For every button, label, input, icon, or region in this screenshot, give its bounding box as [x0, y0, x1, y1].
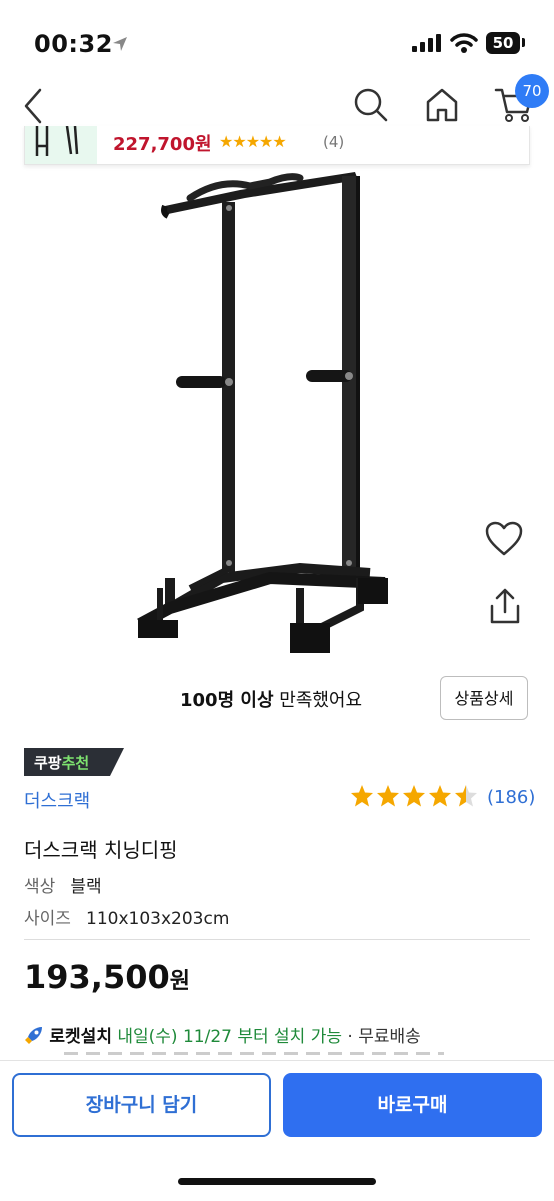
- star-icon: [403, 785, 425, 807]
- cut-off-text-fragment: [64, 1052, 444, 1055]
- share-icon[interactable]: [486, 586, 524, 628]
- related-product-strip[interactable]: 227,700원 ★★★★★ (4): [24, 126, 530, 165]
- star-icon: [351, 785, 373, 807]
- rocket-install-label: 로켓설치: [49, 1027, 112, 1047]
- related-product-price: 227,700원: [113, 134, 212, 155]
- product-title: 더스크랙 치닝디핑: [24, 838, 178, 862]
- home-indicator[interactable]: [178, 1178, 376, 1185]
- cart-count-badge: 70: [515, 74, 549, 108]
- price-amount: 193,500: [24, 958, 170, 996]
- home-icon[interactable]: [424, 86, 460, 124]
- location-arrow-icon: [113, 37, 127, 51]
- satisfaction-suffix: 만족했어요: [273, 690, 363, 711]
- buy-now-button[interactable]: 바로구매: [283, 1073, 542, 1137]
- cellular-signal-icon: [412, 34, 441, 52]
- related-product-thumbnail: [25, 126, 97, 164]
- battery-indicator: 50: [486, 32, 520, 54]
- star-icon: [377, 785, 399, 807]
- back-icon[interactable]: [18, 86, 48, 126]
- related-product-stars: ★★★★★: [219, 132, 287, 151]
- rocket-install-icon: [24, 1025, 44, 1045]
- option-value: 블랙: [70, 877, 102, 897]
- delivery-info: 로켓설치 내일(수) 11/27 부터 설치 가능 · 무료배송: [24, 1022, 421, 1047]
- wishlist-heart-icon[interactable]: [484, 520, 524, 558]
- search-icon[interactable]: [352, 86, 390, 124]
- star-icon: [429, 785, 451, 807]
- satisfaction-count: 100명 이상: [180, 690, 274, 711]
- rating-stars: [351, 785, 477, 807]
- battery-tip: [522, 38, 525, 47]
- option-value: 110x103x203cm: [86, 909, 230, 929]
- related-product-rating-count: (4): [323, 133, 345, 151]
- add-to-cart-button[interactable]: 장바구니 담기: [12, 1073, 271, 1137]
- option-color: 색상 블랙: [24, 872, 102, 897]
- sale-price: 193,500원: [24, 958, 190, 996]
- wifi-icon: [450, 33, 478, 53]
- product-detail-button[interactable]: 상품상세: [440, 676, 528, 720]
- price-unit: 원: [169, 969, 190, 994]
- option-label: 사이즈: [24, 909, 71, 929]
- status-time: 00:32: [34, 30, 113, 58]
- review-count-link[interactable]: (186): [487, 787, 535, 808]
- badge-text-part2: 추천: [61, 754, 90, 772]
- badge-text: 쿠팡추천: [34, 752, 89, 773]
- divider: [24, 939, 530, 940]
- option-label: 색상: [24, 877, 56, 897]
- satisfaction-text: 100명 이상 만족했어요: [180, 686, 362, 712]
- brand-link[interactable]: 더스크랙: [24, 787, 90, 813]
- free-shipping: · 무료배송: [342, 1027, 421, 1047]
- half-star-icon: [455, 785, 477, 807]
- option-size: 사이즈 110x103x203cm: [24, 904, 229, 929]
- badge-text-part1: 쿠팡: [34, 754, 62, 772]
- install-schedule: 내일(수) 11/27 부터 설치 가능: [111, 1027, 343, 1047]
- product-image[interactable]: [130, 168, 400, 658]
